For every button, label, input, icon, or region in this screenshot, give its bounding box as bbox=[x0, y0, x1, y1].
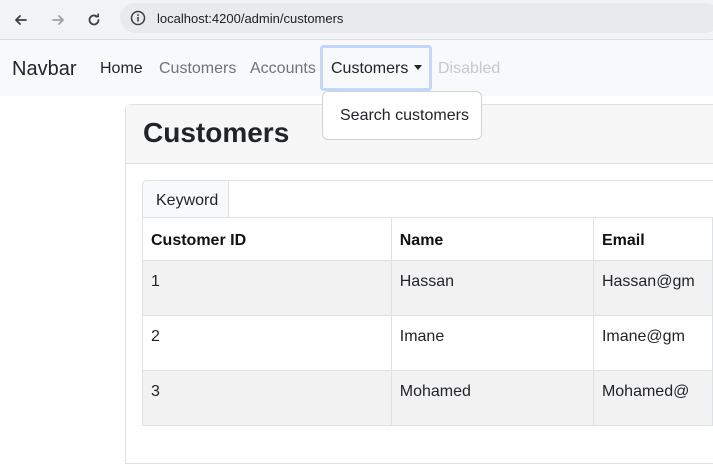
page-title: Customers bbox=[143, 117, 290, 148]
keyword-label: Keyword bbox=[142, 180, 229, 218]
forward-button[interactable] bbox=[45, 7, 71, 33]
table-row: 2 Imane Imane@gm bbox=[142, 315, 713, 371]
cell-customer-id: 3 bbox=[142, 370, 392, 426]
back-arrow-icon bbox=[15, 15, 27, 25]
navbar-brand[interactable]: Navbar bbox=[12, 58, 76, 81]
cell-email: Mohamed@ bbox=[592, 370, 713, 426]
customers-table: Customer ID Name Email 1 Hassan Hassan@g… bbox=[142, 217, 713, 426]
nav-link-home[interactable]: Home bbox=[100, 60, 143, 78]
header-name: Name bbox=[390, 217, 594, 261]
keyword-input[interactable] bbox=[228, 180, 713, 218]
customers-dropdown-toggle[interactable]: Customers bbox=[320, 45, 432, 91]
back-button[interactable] bbox=[8, 7, 34, 33]
cell-name: Imane bbox=[390, 315, 594, 371]
cell-email: Imane@gm bbox=[592, 315, 713, 371]
header-customer-id: Customer ID bbox=[142, 217, 392, 261]
cell-customer-id: 2 bbox=[142, 315, 392, 371]
cell-name: Mohamed bbox=[390, 370, 594, 426]
cell-email: Hassan@gm bbox=[592, 260, 713, 316]
header-email: Email bbox=[592, 217, 713, 261]
nav-link-customers[interactable]: Customers bbox=[159, 60, 236, 78]
dropdown-item-search-customers[interactable]: Search customers bbox=[340, 107, 469, 125]
customers-dropdown-label: Customers bbox=[331, 60, 409, 77]
reload-icon bbox=[88, 13, 100, 26]
table-row: 3 Mohamed Mohamed@ bbox=[142, 370, 713, 426]
site-info-icon[interactable] bbox=[130, 10, 146, 26]
cell-name: Hassan bbox=[390, 260, 594, 316]
nav-link-disabled: Disabled bbox=[438, 60, 501, 77]
navbar: Navbar Home Customers Accounts Customers… bbox=[0, 40, 713, 96]
table-header-row: Customer ID Name Email bbox=[142, 217, 713, 261]
browser-toolbar: localhost:4200/admin/customers bbox=[0, 0, 713, 40]
address-bar[interactable]: localhost:4200/admin/customers bbox=[120, 3, 713, 33]
nav-link-accounts[interactable]: Accounts bbox=[250, 60, 316, 78]
url-text: localhost:4200/admin/customers bbox=[157, 10, 344, 26]
caret-down-icon bbox=[414, 65, 423, 70]
cell-customer-id: 1 bbox=[142, 260, 392, 316]
customers-dropdown-menu: Search customers bbox=[322, 91, 482, 140]
forward-arrow-icon bbox=[52, 15, 64, 25]
table-row: 1 Hassan Hassan@gm bbox=[142, 260, 713, 316]
reload-button[interactable] bbox=[81, 7, 107, 33]
